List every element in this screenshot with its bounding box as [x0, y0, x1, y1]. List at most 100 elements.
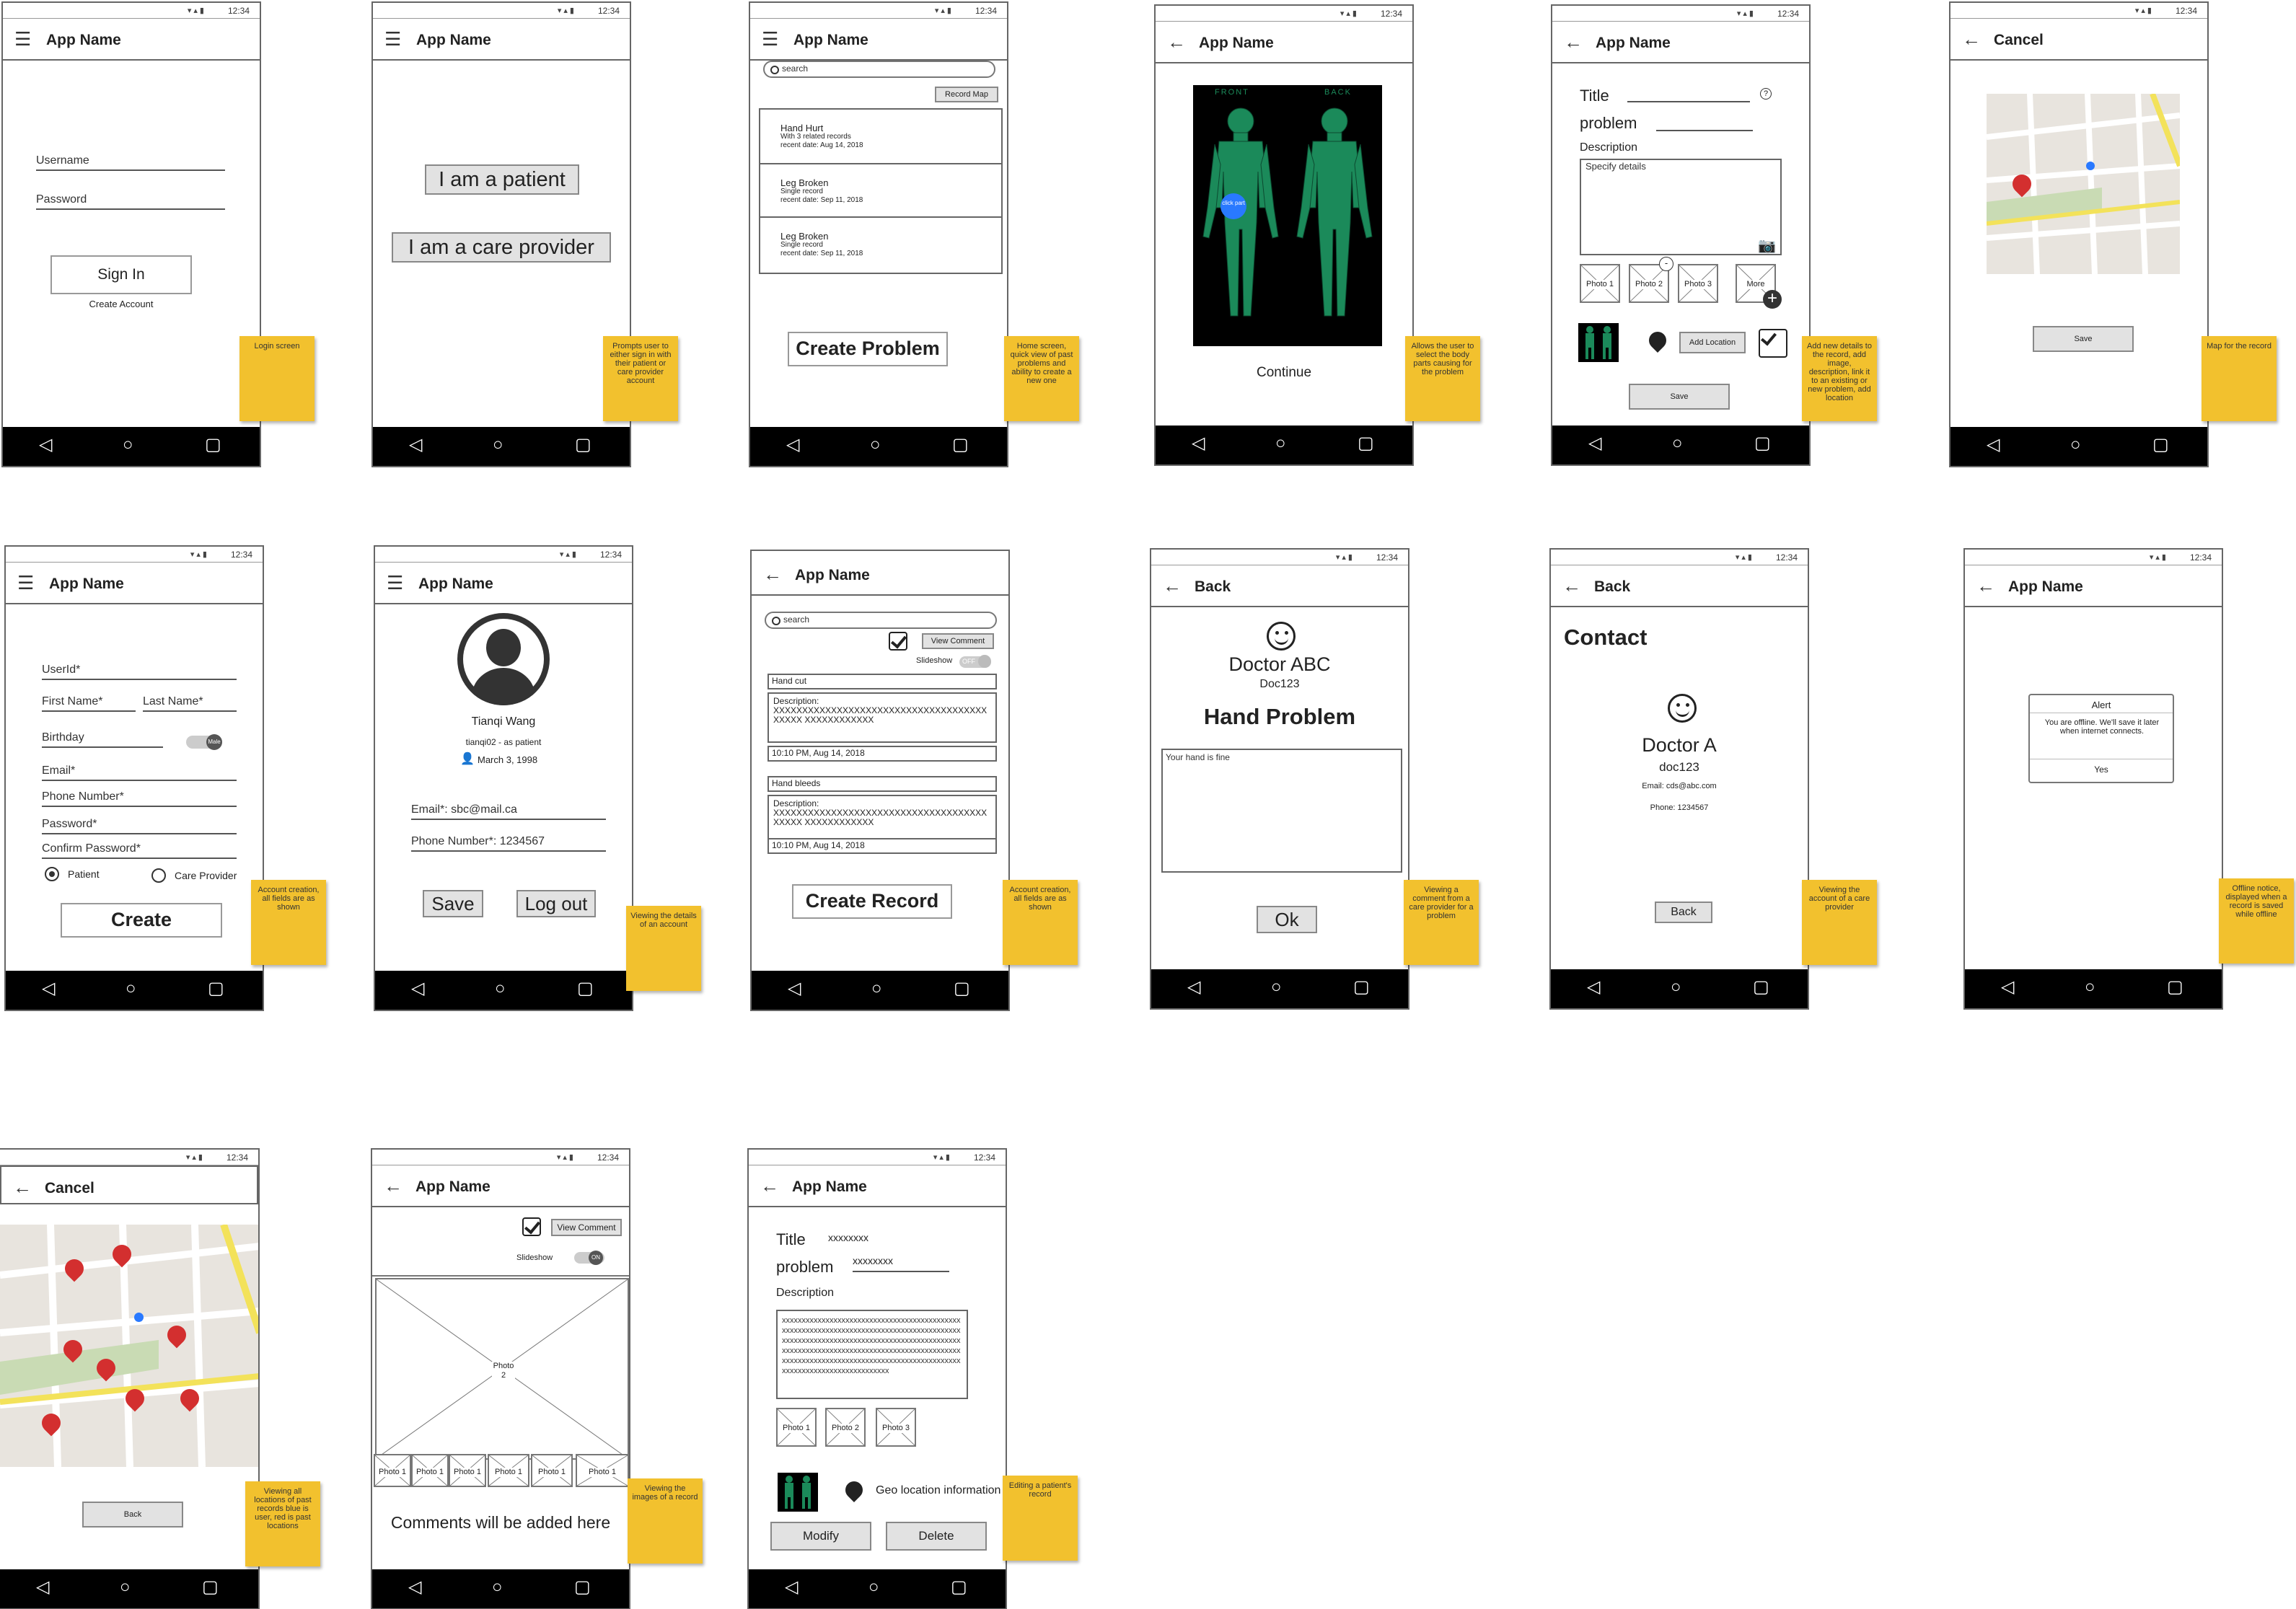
birthday-field[interactable]: Birthday [42, 731, 163, 748]
list-item[interactable]: Leg Broken Single record recent date: Sep … [760, 164, 1001, 218]
nav-recent-icon[interactable]: ▢ [202, 1578, 219, 1597]
nav-recent-icon[interactable]: ▢ [954, 979, 970, 998]
search-input[interactable]: search [763, 61, 995, 78]
nav-recent-icon[interactable]: ▢ [2152, 436, 2169, 454]
menu-icon[interactable]: ☰ [17, 573, 34, 593]
back-arrow-icon[interactable]: ← [1962, 29, 1981, 49]
slideshow-toggle[interactable]: ON [574, 1251, 604, 1265]
title-value[interactable]: xxxxxxxx [828, 1232, 868, 1243]
confirm-checkbox[interactable] [1759, 329, 1787, 358]
nav-home-icon[interactable]: ○ [120, 1578, 131, 1597]
nav-recent-icon[interactable]: ▢ [1358, 434, 1374, 453]
add-photo-icon[interactable]: + [1763, 290, 1782, 309]
nav-back-icon[interactable]: ◁ [1187, 978, 1200, 997]
create-account-link[interactable]: Create Account [50, 299, 192, 309]
nav-back-icon[interactable]: ◁ [39, 436, 52, 454]
phone-field[interactable]: Phone Number*: 1234567 [411, 835, 606, 852]
view-comment-checkbox[interactable] [889, 632, 907, 651]
nav-home-icon[interactable]: ○ [2085, 978, 2095, 997]
yes-button[interactable]: Yes [2030, 764, 2173, 775]
nav-back-icon[interactable]: ◁ [1192, 434, 1205, 453]
add-location-button[interactable]: Add Location [1679, 332, 1746, 353]
nav-home-icon[interactable]: ○ [1671, 978, 1681, 997]
nav-home-icon[interactable]: ○ [871, 979, 882, 998]
view-comment-checkbox[interactable] [522, 1217, 541, 1236]
photo-thumb[interactable]: Photo 1 [374, 1454, 411, 1487]
nav-recent-icon[interactable]: ▢ [1353, 978, 1370, 997]
map-view[interactable] [0, 1225, 258, 1467]
nav-home-icon[interactable]: ○ [1672, 434, 1683, 453]
body-thumbnail[interactable] [1578, 323, 1619, 362]
nav-home-icon[interactable]: ○ [123, 436, 133, 454]
photo-thumb[interactable]: Photo 1 [531, 1454, 573, 1487]
back-title[interactable]: Back [1195, 578, 1231, 596]
body-map[interactable]: FRONT BACK click part [1193, 85, 1382, 346]
provider-radio[interactable] [151, 868, 166, 883]
nav-home-icon[interactable]: ○ [493, 436, 503, 454]
menu-icon[interactable]: ☰ [384, 29, 401, 49]
back-arrow-icon[interactable]: ← [13, 1177, 32, 1197]
nav-home-icon[interactable]: ○ [1271, 978, 1282, 997]
menu-icon[interactable]: ☰ [387, 573, 403, 593]
help-icon[interactable]: ? [1760, 88, 1772, 100]
back-title[interactable]: Back [1594, 578, 1630, 596]
nav-recent-icon[interactable]: ▢ [1753, 978, 1769, 997]
nav-back-icon[interactable]: ◁ [1987, 436, 2000, 454]
nav-back-icon[interactable]: ◁ [36, 1578, 49, 1597]
phone-field[interactable]: Phone Number* [42, 790, 237, 807]
nav-home-icon[interactable]: ○ [2070, 436, 2081, 454]
save-button[interactable]: Save [2033, 326, 2134, 352]
photo-slot[interactable]: Photo 1 [776, 1408, 817, 1447]
photo-thumb[interactable]: Photo 1 [411, 1454, 449, 1487]
confirm-password-field[interactable]: Confirm Password* [42, 842, 237, 859]
nav-recent-icon[interactable]: ▢ [574, 1578, 591, 1597]
problem-input[interactable] [1656, 130, 1753, 131]
save-button[interactable]: Save [423, 890, 483, 917]
view-comment-button[interactable]: View Comment [551, 1219, 622, 1236]
username-field[interactable]: Username [36, 154, 225, 171]
body-thumbnail[interactable] [778, 1473, 818, 1512]
nav-home-icon[interactable]: ○ [1275, 434, 1286, 453]
password-field[interactable]: Password* [42, 818, 237, 834]
nav-recent-icon[interactable]: ▢ [1754, 434, 1771, 453]
photo-thumb[interactable]: Photo 1 [488, 1454, 529, 1487]
click-part-marker[interactable]: click part [1220, 193, 1246, 219]
nav-back-icon[interactable]: ◁ [411, 979, 424, 998]
cancel-title[interactable]: Cancel [1994, 32, 2044, 49]
main-photo[interactable]: Photo 2 [375, 1278, 629, 1460]
nav-back-icon[interactable]: ◁ [2001, 978, 2014, 997]
email-field[interactable]: Email* [42, 764, 237, 781]
nav-recent-icon[interactable]: ▢ [205, 436, 221, 454]
save-button[interactable]: Save [1629, 384, 1730, 410]
cancel-title[interactable]: Cancel [45, 1180, 94, 1197]
patient-radio[interactable] [45, 867, 59, 881]
back-arrow-icon[interactable]: ← [1562, 576, 1581, 596]
gender-toggle[interactable]: Male [186, 734, 222, 750]
problem-value[interactable]: xxxxxxxx [853, 1255, 949, 1272]
nav-back-icon[interactable]: ◁ [409, 436, 422, 454]
logout-button[interactable]: Log out [516, 890, 596, 917]
nav-recent-icon[interactable]: ▢ [2167, 978, 2183, 997]
patient-button[interactable]: I am a patient [425, 164, 579, 195]
nav-back-icon[interactable]: ◁ [408, 1578, 421, 1597]
photo-slot[interactable]: Photo 2 [825, 1408, 866, 1447]
delete-button[interactable]: Delete [886, 1522, 987, 1551]
back-arrow-icon[interactable]: ← [1163, 576, 1182, 596]
description-textarea[interactable]: Specify details 📷 [1580, 159, 1782, 255]
nav-recent-icon[interactable]: ▢ [208, 979, 224, 998]
nav-home-icon[interactable]: ○ [495, 979, 506, 998]
nav-home-icon[interactable]: ○ [492, 1578, 503, 1597]
password-field[interactable]: Password [36, 193, 225, 210]
create-record-button[interactable]: Create Record [792, 884, 952, 919]
nav-back-icon[interactable]: ◁ [1587, 978, 1600, 997]
back-arrow-icon[interactable]: ← [763, 564, 782, 584]
back-arrow-icon[interactable]: ← [384, 1176, 403, 1196]
menu-icon[interactable]: ☰ [14, 29, 31, 49]
create-problem-button[interactable]: Create Problem [788, 332, 948, 366]
map-view[interactable] [1987, 94, 2180, 274]
back-arrow-icon[interactable]: ← [760, 1176, 779, 1196]
nav-home-icon[interactable]: ○ [870, 436, 881, 454]
nav-back-icon[interactable]: ◁ [788, 979, 801, 998]
nav-home-icon[interactable]: ○ [868, 1578, 879, 1597]
continue-button[interactable]: Continue [1156, 365, 1412, 381]
